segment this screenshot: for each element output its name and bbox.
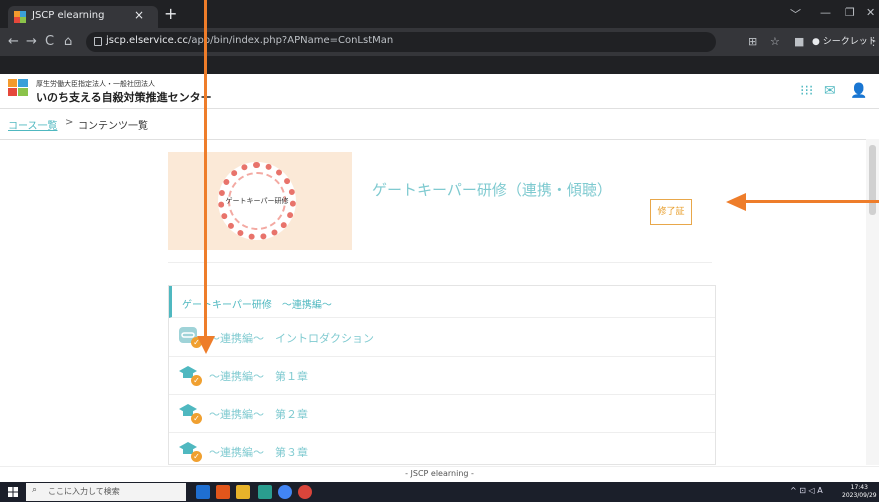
restore-icon[interactable]: ❐ [845, 6, 855, 19]
back-icon[interactable]: ← [8, 34, 19, 49]
bookmarks-bar [0, 56, 879, 74]
search-placeholder: ここに入力して検索 [48, 487, 120, 496]
mail-icon[interactable]: ✉ [824, 83, 836, 99]
item-label: ～連携編～ 第２章 [209, 408, 308, 421]
certificate-button[interactable]: 修了証 [650, 199, 692, 225]
taskbar-app-icon[interactable] [258, 485, 272, 499]
minimize-icon[interactable]: — [820, 6, 831, 19]
user-icon[interactable]: 👤 [850, 83, 867, 99]
item-label: ～連携編～ 第３章 [209, 446, 308, 459]
item-label: ～連携編～ 第１章 [209, 370, 308, 383]
taskbar-clock[interactable]: 17:43 2023/09/29 [842, 484, 877, 500]
taskbar-folder-icon[interactable] [236, 485, 250, 499]
breadcrumb-separator: > [65, 117, 74, 128]
divider [168, 262, 712, 263]
org-logo-icon[interactable] [8, 79, 28, 97]
grid-menu-icon[interactable]: ⁝⁝⁝ [800, 83, 813, 99]
page-scrollbar[interactable] [866, 139, 879, 465]
content-section: ゲートキーパー研修 ～連携編～ ✓ ～連携編～ イントロダクション ✓ ～連携編… [168, 285, 716, 465]
taskbar-app-icon[interactable] [298, 485, 312, 499]
browser-tabstrip: JSCP elearning × + ﹀ — ❐ ✕ [0, 0, 879, 28]
org-name: いのち支える自殺対策推進センター [36, 91, 212, 104]
site-header: 厚生労働大臣指定法人・一般社団法人 いのち支える自殺対策推進センター ⁝⁝⁝ ✉… [0, 74, 879, 109]
reload-icon[interactable]: C [45, 34, 54, 49]
taskbar-app-icon[interactable] [196, 485, 210, 499]
browser-tab[interactable]: JSCP elearning × [8, 6, 158, 28]
list-item[interactable]: ✓ ～連携編～ 第３章 [169, 433, 715, 464]
page-footer: - JSCP elearning - [0, 466, 879, 483]
annotation-arrow-horizontal [745, 200, 879, 203]
list-item[interactable]: ✓ ～連携編～ 第１章 [169, 357, 715, 395]
clock-time: 17:43 [850, 484, 868, 491]
completed-check-icon: ✓ [191, 451, 202, 462]
course-title: ゲートキーパー研修（連携・傾聴） [372, 181, 612, 199]
annotation-arrowhead-left-icon [726, 193, 746, 211]
list-item[interactable]: ✓ ～連携編～ イントロダクション [169, 319, 715, 357]
address-toolbar: ← → C ⌂ jscp.elservice.cc/app/bin/index.… [0, 28, 879, 56]
tab-close-icon[interactable]: × [134, 8, 144, 22]
org-subtitle: 厚生労働大臣指定法人・一般社団法人 [36, 80, 155, 88]
breadcrumb-current: コンテンツ一覧 [78, 121, 148, 132]
os-taskbar: ⌕ ここに入力して検索 ^ ⊡ ◁ A 17:43 2023/09/29 [0, 482, 879, 502]
wreath-emblem-icon: ゲートキーパー研修 [218, 162, 296, 240]
item-label: ～連携編～ イントロダクション [209, 332, 374, 345]
url-field[interactable]: jscp.elservice.cc/app/bin/index.php?APNa… [86, 32, 716, 52]
tab-title: JSCP elearning [32, 10, 105, 21]
site-favicon-icon [14, 11, 26, 23]
close-window-icon[interactable]: ✕ [866, 6, 875, 19]
list-item[interactable]: ✓ ～連携編～ 第２章 [169, 395, 715, 433]
section-header[interactable]: ゲートキーパー研修 ～連携編～ [169, 286, 715, 318]
taskbar-app-icon[interactable] [216, 485, 230, 499]
system-tray[interactable]: ^ ⊡ ◁ A [790, 486, 823, 495]
taskbar-chrome-icon[interactable] [278, 485, 292, 499]
scrollbar-thumb[interactable] [869, 145, 876, 215]
search-icon: ⌕ [32, 485, 38, 495]
completed-check-icon: ✓ [191, 375, 202, 386]
annotation-arrow-vertical [204, 0, 207, 340]
annotation-arrowhead-down-icon [197, 336, 215, 354]
thumbnail-label: ゲートキーパー研修 [225, 197, 289, 205]
translate-icon[interactable]: ⊞ [748, 35, 757, 48]
completed-check-icon: ✓ [191, 413, 202, 424]
new-tab-button[interactable]: + [164, 4, 177, 23]
bookmark-star-icon[interactable]: ☆ [770, 35, 780, 48]
taskbar-search-input[interactable]: ⌕ ここに入力して検索 [26, 483, 186, 501]
clock-date: 2023/09/29 [842, 492, 877, 499]
home-icon[interactable]: ⌂ [64, 34, 72, 49]
forward-icon[interactable]: → [26, 34, 37, 49]
breadcrumb: コース一覧 > コンテンツ一覧 [0, 109, 879, 140]
menu-kebab-icon[interactable]: ⋮ [868, 35, 879, 48]
footer-text: - JSCP elearning - [405, 469, 474, 478]
breadcrumb-course-list-link[interactable]: コース一覧 [8, 117, 58, 132]
windows-start-icon[interactable] [8, 487, 18, 497]
url-text: jscp.elservice.cc/app/bin/index.php?APNa… [106, 35, 394, 46]
tab-search-icon[interactable]: ﹀ [790, 6, 801, 22]
course-thumbnail: ゲートキーパー研修 [168, 152, 352, 250]
lock-icon[interactable] [94, 37, 102, 46]
sidepanel-icon[interactable]: ■ [794, 35, 804, 48]
